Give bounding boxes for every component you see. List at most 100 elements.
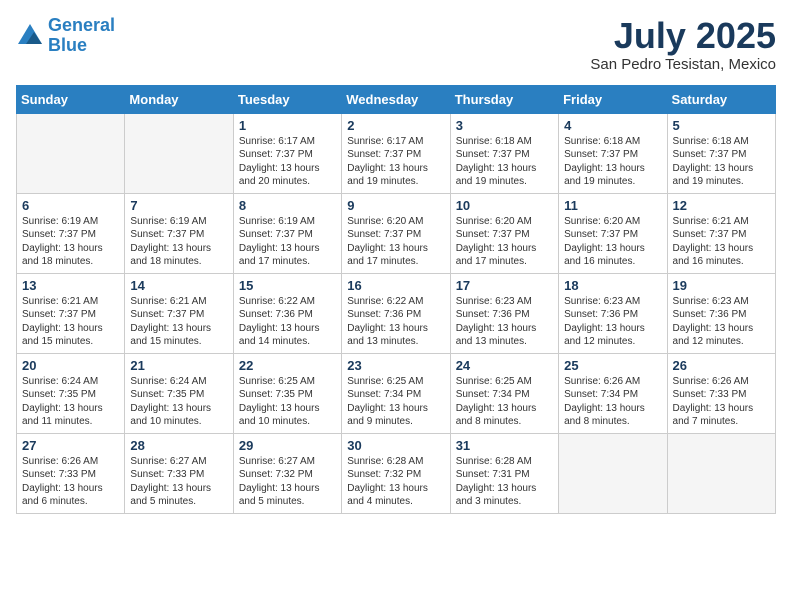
day-info: Sunrise: 6:19 AM Sunset: 7:37 PM Dayligh… [130, 215, 227, 269]
day-info: Sunrise: 6:23 AM Sunset: 7:36 PM Dayligh… [456, 295, 553, 349]
calendar-cell: 3Sunrise: 6:18 AM Sunset: 7:37 PM Daylig… [450, 113, 558, 193]
day-number: 21 [130, 358, 227, 373]
calendar-cell [667, 433, 775, 513]
calendar-cell: 2 Sunrise: 6:17 AM Sunset: 7:37 PM Daylig… [342, 113, 450, 193]
day-number: 28 [130, 438, 227, 453]
day-info: Sunrise: 6:25 AM Sunset: 7:34 PM Dayligh… [456, 375, 553, 429]
calendar-cell: 21 Sunrise: 6:24 AM Sunset: 7:35 PM Dayli… [125, 353, 233, 433]
calendar-cell: 19 Sunrise: 6:23 AM Sunset: 7:36 PM Dayli… [667, 273, 775, 353]
calendar-cell: 20Sunrise: 6:24 AM Sunset: 7:35 PM Dayli… [17, 353, 125, 433]
calendar-cell [17, 113, 125, 193]
calendar-cell: 7 Sunrise: 6:19 AM Sunset: 7:37 PM Daylig… [125, 193, 233, 273]
calendar-cell: 18Sunrise: 6:23 AM Sunset: 7:36 PM Dayli… [559, 273, 667, 353]
weekday-header-tuesday: Tuesday [233, 85, 341, 113]
day-info: Sunrise: 6:19 AM Sunset: 7:37 PM Dayligh… [22, 215, 119, 269]
calendar-cell: 6 Sunrise: 6:19 AM Sunset: 7:37 PM Daylig… [17, 193, 125, 273]
day-info: Sunrise: 6:27 AM Sunset: 7:32 PM Dayligh… [239, 455, 336, 509]
day-info: Sunrise: 6:22 AM Sunset: 7:36 PM Dayligh… [347, 295, 444, 349]
day-info: Sunrise: 6:19 AM Sunset: 7:37 PM Dayligh… [239, 215, 336, 269]
day-number: 12 [673, 198, 770, 213]
weekday-header-saturday: Saturday [667, 85, 775, 113]
day-number: 15 [239, 278, 336, 293]
calendar-cell: 26 Sunrise: 6:26 AM Sunset: 7:33 PM Dayli… [667, 353, 775, 433]
calendar-cell: 5 Sunrise: 6:18 AM Sunset: 7:37 PM Daylig… [667, 113, 775, 193]
day-info: Sunrise: 6:21 AM Sunset: 7:37 PM Dayligh… [22, 295, 119, 349]
weekday-header-wednesday: Wednesday [342, 85, 450, 113]
calendar-cell: 14 Sunrise: 6:21 AM Sunset: 7:37 PM Dayli… [125, 273, 233, 353]
day-info: Sunrise: 6:20 AM Sunset: 7:37 PM Dayligh… [347, 215, 444, 269]
calendar-cell: 16 Sunrise: 6:22 AM Sunset: 7:36 PM Dayli… [342, 273, 450, 353]
day-number: 22 [239, 358, 336, 373]
day-number: 17 [456, 278, 553, 293]
calendar-cell: 15Sunrise: 6:22 AM Sunset: 7:36 PM Dayli… [233, 273, 341, 353]
calendar-cell: 17 Sunrise: 6:23 AM Sunset: 7:36 PM Dayli… [450, 273, 558, 353]
calendar-table: SundayMondayTuesdayWednesdayThursdayFrid… [16, 85, 776, 514]
calendar-cell: 27Sunrise: 6:26 AM Sunset: 7:33 PM Dayli… [17, 433, 125, 513]
calendar-cell: 1 Sunrise: 6:17 AM Sunset: 7:37 PM Daylig… [233, 113, 341, 193]
week-row-4: 20 Sunrise: 6:24 AM Sunset: 7:35 PM Dayli… [17, 353, 776, 433]
day-number: 30 [347, 438, 444, 453]
day-info: Sunrise: 6:23 AM Sunset: 7:36 PM Dayligh… [673, 295, 770, 349]
day-number: 20 [22, 358, 119, 373]
day-info: Sunrise: 6:25 AM Sunset: 7:34 PM Dayligh… [347, 375, 444, 429]
week-row-5: 27Sunrise: 6:26 AM Sunset: 7:33 PM Dayli… [17, 433, 776, 513]
weekday-header-friday: Friday [559, 85, 667, 113]
day-info: Sunrise: 6:18 AM Sunset: 7:37 PM Dayligh… [673, 135, 770, 189]
calendar-cell: 31 Sunrise: 6:28 AM Sunset: 7:31 PM Dayli… [450, 433, 558, 513]
location: San Pedro Tesistan, Mexico [590, 56, 776, 73]
calendar-cell [125, 113, 233, 193]
day-info: Sunrise: 6:21 AM Sunset: 7:37 PM Dayligh… [130, 295, 227, 349]
day-number: 7 [130, 198, 227, 213]
calendar-cell: 24 Sunrise: 6:25 AM Sunset: 7:34 PM Dayli… [450, 353, 558, 433]
day-number: 16 [347, 278, 444, 293]
day-info: Sunrise: 6:28 AM Sunset: 7:31 PM Dayligh… [456, 455, 553, 509]
week-row-3: 13 Sunrise: 6:21 AM Sunset: 7:37 PM Dayli… [17, 273, 776, 353]
weekday-header-thursday: Thursday [450, 85, 558, 113]
calendar-cell: 11Sunrise: 6:20 AM Sunset: 7:37 PM Dayli… [559, 193, 667, 273]
day-number: 19 [673, 278, 770, 293]
day-number: 2 [347, 118, 444, 133]
day-info: Sunrise: 6:21 AM Sunset: 7:37 PM Dayligh… [673, 215, 770, 269]
calendar-cell: 25 Sunrise: 6:26 AM Sunset: 7:34 PM Dayli… [559, 353, 667, 433]
day-number: 29 [239, 438, 336, 453]
day-number: 13 [22, 278, 119, 293]
day-number: 10 [456, 198, 553, 213]
day-number: 8 [239, 198, 336, 213]
day-number: 14 [130, 278, 227, 293]
week-row-2: 6 Sunrise: 6:19 AM Sunset: 7:37 PM Daylig… [17, 193, 776, 273]
weekday-header-sunday: Sunday [17, 85, 125, 113]
day-info: Sunrise: 6:25 AM Sunset: 7:35 PM Dayligh… [239, 375, 336, 429]
day-number: 18 [564, 278, 661, 293]
week-row-1: 1 Sunrise: 6:17 AM Sunset: 7:37 PM Daylig… [17, 113, 776, 193]
logo-icon [16, 22, 44, 50]
calendar-cell: 8 Sunrise: 6:19 AM Sunset: 7:37 PM Daylig… [233, 193, 341, 273]
day-info: Sunrise: 6:26 AM Sunset: 7:33 PM Dayligh… [673, 375, 770, 429]
page-header: General Blue July 2025 San Pedro Tesista… [16, 16, 776, 73]
day-info: Sunrise: 6:28 AM Sunset: 7:32 PM Dayligh… [347, 455, 444, 509]
calendar-cell: 13 Sunrise: 6:21 AM Sunset: 7:37 PM Dayli… [17, 273, 125, 353]
calendar-cell [559, 433, 667, 513]
day-number: 4 [564, 118, 661, 133]
calendar-cell: 12 Sunrise: 6:21 AM Sunset: 7:37 PM Dayli… [667, 193, 775, 273]
day-number: 31 [456, 438, 553, 453]
day-number: 6 [22, 198, 119, 213]
calendar-cell: 10 Sunrise: 6:20 AM Sunset: 7:37 PM Dayli… [450, 193, 558, 273]
day-number: 11 [564, 198, 661, 213]
day-number: 9 [347, 198, 444, 213]
day-info: Sunrise: 6:17 AM Sunset: 7:37 PM Dayligh… [239, 135, 336, 189]
day-info: Sunrise: 6:17 AM Sunset: 7:37 PM Dayligh… [347, 135, 444, 189]
day-number: 1 [239, 118, 336, 133]
calendar-cell: 4Sunrise: 6:18 AM Sunset: 7:37 PM Daylig… [559, 113, 667, 193]
day-info: Sunrise: 6:24 AM Sunset: 7:35 PM Dayligh… [130, 375, 227, 429]
day-number: 23 [347, 358, 444, 373]
logo-text: General Blue [48, 16, 115, 56]
day-number: 24 [456, 358, 553, 373]
month-title: July 2025 [590, 16, 776, 56]
day-info: Sunrise: 6:26 AM Sunset: 7:34 PM Dayligh… [564, 375, 661, 429]
day-number: 5 [673, 118, 770, 133]
day-number: 26 [673, 358, 770, 373]
day-info: Sunrise: 6:27 AM Sunset: 7:33 PM Dayligh… [130, 455, 227, 509]
day-info: Sunrise: 6:20 AM Sunset: 7:37 PM Dayligh… [456, 215, 553, 269]
day-number: 25 [564, 358, 661, 373]
calendar-cell: 9 Sunrise: 6:20 AM Sunset: 7:37 PM Daylig… [342, 193, 450, 273]
